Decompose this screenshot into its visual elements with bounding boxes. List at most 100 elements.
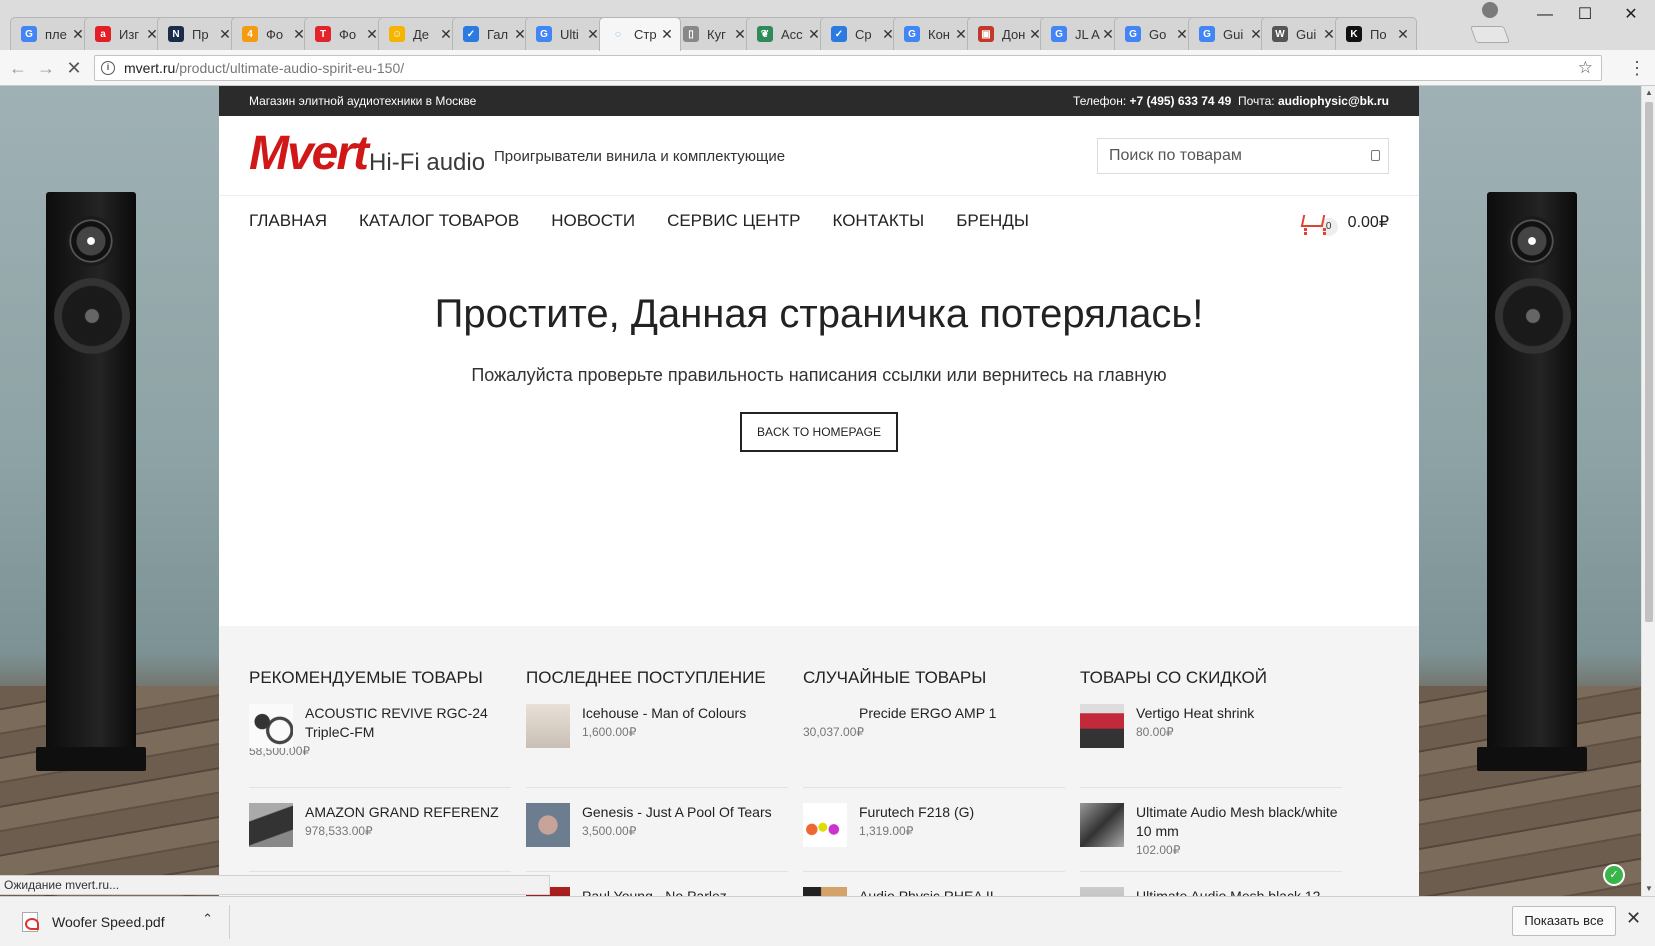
tab-close-icon[interactable]: ✕: [439, 26, 453, 43]
product-thumbnail[interactable]: [526, 704, 570, 748]
tab-close-icon[interactable]: ✕: [1396, 26, 1410, 43]
product-name[interactable]: Precide ERGO AMP 1: [859, 704, 1065, 723]
tab-close-icon[interactable]: ✕: [660, 26, 674, 43]
tab-close-icon[interactable]: ✕: [365, 26, 379, 43]
scroll-down-icon[interactable]: ▼: [1642, 882, 1655, 896]
search-icon[interactable]: [1371, 150, 1380, 161]
product-item[interactable]: Genesis - Just A Pool Of Tears 3,500.00₽: [526, 788, 788, 872]
cart-widget[interactable]: 0 0.00₽: [1300, 208, 1389, 236]
product-thumbnail[interactable]: [1080, 803, 1124, 847]
browser-tab[interactable]: G Go ✕: [1114, 17, 1196, 50]
forward-arrow-icon[interactable]: →: [34, 56, 58, 80]
product-name[interactable]: AMAZON GRAND REFERENZ: [305, 803, 511, 822]
browser-tab[interactable]: W Gui ✕: [1261, 17, 1343, 50]
product-name[interactable]: Furutech F218 (G): [859, 803, 1065, 822]
cart-icon[interactable]: [1300, 211, 1326, 233]
profile-icon[interactable]: [1482, 2, 1498, 18]
product-thumbnail[interactable]: [803, 887, 847, 896]
nav-catalog[interactable]: КАТАЛОГ ТОВАРОВ: [359, 211, 519, 231]
scroll-thumb[interactable]: [1645, 102, 1653, 622]
product-name[interactable]: ACOUSTIC REVIVE RGC-24 TripleC-FM: [305, 704, 511, 742]
product-item[interactable]: ACOUSTIC REVIVE RGC-24 TripleC-FM 58,500.…: [249, 704, 511, 788]
browser-tab[interactable]: ✓ Ср ✕: [820, 17, 902, 50]
product-thumbnail[interactable]: [1080, 887, 1124, 896]
address-bar[interactable]: i mvert.ru/product/ultimate-audio-spirit…: [94, 55, 1602, 81]
nav-brands[interactable]: БРЕНДЫ: [956, 211, 1029, 231]
browser-tab[interactable]: T Фо ✕: [304, 17, 386, 50]
tab-close-icon[interactable]: ✕: [1101, 26, 1115, 43]
nav-news[interactable]: НОВОСТИ: [551, 211, 635, 231]
product-item[interactable]: Vertigo Heat shrink 80.00₽: [1080, 704, 1342, 788]
product-thumbnail[interactable]: [249, 704, 293, 748]
product-thumbnail[interactable]: [803, 704, 847, 748]
product-thumbnail[interactable]: [1080, 704, 1124, 748]
site-info-icon[interactable]: i: [101, 61, 115, 75]
browser-tab[interactable]: G Gui ✕: [1188, 17, 1270, 50]
tab-close-icon[interactable]: ✕: [807, 26, 821, 43]
back-arrow-icon[interactable]: ←: [6, 56, 30, 80]
browser-tab[interactable]: ▯ Куг ✕: [672, 17, 754, 50]
product-item[interactable]: Furutech F218 (G) 1,319.00₽: [803, 788, 1065, 872]
close-window-icon[interactable]: ✕: [1616, 2, 1646, 28]
nav-contacts[interactable]: КОНТАКТЫ: [833, 211, 925, 231]
product-item[interactable]: Audio Physic RHEA II: [803, 872, 1065, 896]
chevron-up-icon[interactable]: ⌃: [202, 911, 213, 927]
browser-tab[interactable]: Gпле ✕: [10, 17, 92, 50]
product-thumbnail[interactable]: [803, 803, 847, 847]
product-name[interactable]: Ultimate Audio Mesh black/white 10 mm: [1136, 803, 1342, 841]
browser-tab[interactable]: K По ✕: [1335, 17, 1417, 50]
download-item[interactable]: Woofer Speed.pdf ⌃: [10, 905, 230, 939]
browser-tab[interactable]: ❦ Acc ✕: [746, 17, 828, 50]
product-name[interactable]: Vertigo Heat shrink: [1136, 704, 1342, 723]
url-text[interactable]: mvert.ru/product/ultimate-audio-spirit-e…: [124, 60, 404, 76]
stop-loading-icon[interactable]: ✕: [62, 56, 86, 80]
browser-tab[interactable]: N Пр ✕: [157, 17, 239, 50]
browser-tab[interactable]: ☺ Де ✕: [378, 17, 460, 50]
tab-close-icon[interactable]: ✕: [1322, 26, 1336, 43]
tab-close-icon[interactable]: ✕: [954, 26, 968, 43]
tab-close-icon[interactable]: ✕: [586, 26, 600, 43]
browser-tab[interactable]: 4 Фо ✕: [231, 17, 313, 50]
back-to-homepage-button[interactable]: BACK TO HOMEPAGE: [740, 412, 898, 452]
browser-tab[interactable]: ✓ Гал ✕: [452, 17, 534, 50]
product-item[interactable]: Icehouse - Man of Colours 1,600.00₽: [526, 704, 788, 788]
mail-address[interactable]: audiophysic@bk.ru: [1278, 94, 1389, 108]
product-thumbnail[interactable]: [526, 803, 570, 847]
scroll-up-icon[interactable]: ▲: [1642, 86, 1655, 100]
tab-close-icon[interactable]: ✕: [1175, 26, 1189, 43]
new-tab-button[interactable]: [1469, 26, 1511, 43]
product-name[interactable]: Audio Physic RHEA II: [859, 887, 1065, 896]
nav-service[interactable]: СЕРВИС ЦЕНТР: [667, 211, 800, 231]
site-logo[interactable]: Mvert Hi-Fi audio: [249, 130, 485, 178]
browser-tab[interactable]: G Ulti ✕: [525, 17, 607, 50]
product-name[interactable]: Ultimate Audio Mesh black 12: [1136, 887, 1342, 896]
product-item[interactable]: AMAZON GRAND REFERENZ 978,533.00₽: [249, 788, 511, 872]
product-thumbnail[interactable]: [249, 803, 293, 847]
maximize-icon[interactable]: ☐: [1570, 2, 1600, 28]
browser-tab[interactable]: ◌ Стр ✕: [599, 17, 681, 51]
browser-tab[interactable]: a Изг ✕: [84, 17, 166, 50]
tab-close-icon[interactable]: ✕: [218, 26, 232, 43]
product-name[interactable]: Genesis - Just A Pool Of Tears: [582, 803, 788, 822]
minimize-icon[interactable]: —: [1530, 2, 1560, 28]
browser-menu-icon[interactable]: ⋮: [1627, 56, 1647, 80]
product-item[interactable]: Ultimate Audio Mesh black 12: [1080, 872, 1342, 896]
security-shield-icon[interactable]: ✓: [1603, 864, 1625, 886]
product-item[interactable]: Ultimate Audio Mesh black/white 10 mm 102…: [1080, 788, 1342, 872]
phone-number[interactable]: +7 (495) 633 74 49: [1130, 94, 1232, 108]
tab-close-icon[interactable]: ✕: [733, 26, 747, 43]
close-download-bar-icon[interactable]: ✕: [1626, 908, 1641, 929]
product-name[interactable]: Icehouse - Man of Colours: [582, 704, 788, 723]
browser-tab[interactable]: ▣ Дон ✕: [967, 17, 1049, 50]
product-item[interactable]: Precide ERGO AMP 1 30,037.00₽: [803, 704, 1065, 788]
bookmark-star-icon[interactable]: ☆: [1578, 58, 1593, 78]
page-scrollbar[interactable]: ▲ ▼: [1641, 86, 1655, 896]
search-input[interactable]: Поиск по товарам: [1097, 138, 1389, 174]
product-name[interactable]: Paul Young - No Parlez: [582, 887, 788, 896]
nav-home[interactable]: ГЛАВНАЯ: [249, 211, 327, 231]
browser-tab[interactable]: G JL A ✕: [1040, 17, 1122, 50]
tab-close-icon[interactable]: ✕: [71, 26, 85, 43]
show-all-downloads-button[interactable]: Показать все: [1512, 906, 1616, 936]
product-item[interactable]: Paul Young - No Parlez: [526, 872, 788, 896]
browser-tab[interactable]: G Кон ✕: [893, 17, 975, 50]
